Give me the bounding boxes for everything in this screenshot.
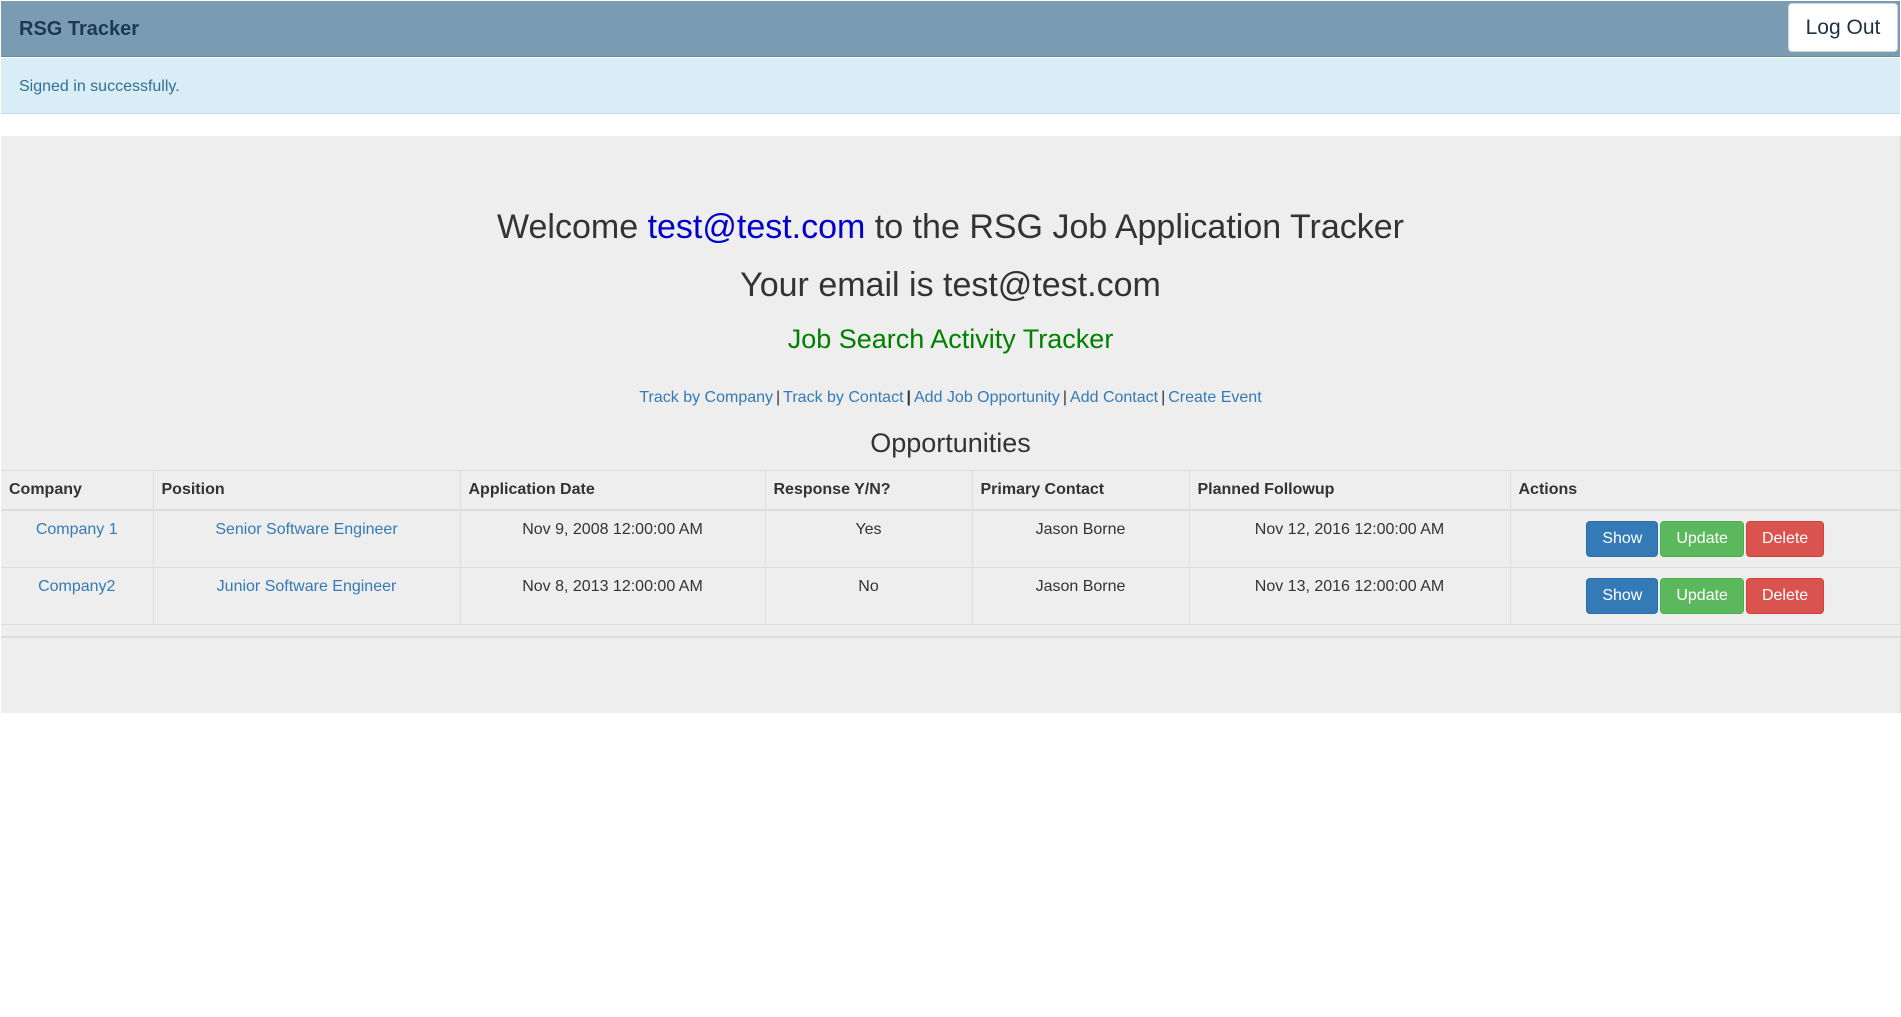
cell-position: Junior Software Engineer xyxy=(152,567,460,625)
opportunities-table: Company Position Application Date Respon… xyxy=(1,470,1900,625)
header-position: Position xyxy=(152,470,460,511)
welcome-email: test@test.com xyxy=(647,208,866,246)
your-email-heading: Your email is test@test.com xyxy=(740,266,1161,304)
link-separator: | xyxy=(776,389,781,406)
main-panel: Welcome test@test.com to the RSG Job App… xyxy=(1,136,1901,713)
cell-response: Yes xyxy=(764,510,972,568)
header-planned-followup: Planned Followup xyxy=(1188,470,1510,511)
update-button[interactable]: Update xyxy=(1660,521,1744,557)
alert-message: Signed in successfully. xyxy=(19,78,180,95)
header-company: Company xyxy=(1,470,153,511)
update-button[interactable]: Update xyxy=(1660,578,1744,614)
cell-actions: Show Update Delete xyxy=(1509,510,1900,568)
welcome-prefix: Welcome xyxy=(497,208,648,246)
cell-planned-followup: Nov 13, 2016 12:00:00 AM xyxy=(1188,567,1510,625)
link-separator: | xyxy=(1062,389,1068,406)
cell-response: No xyxy=(764,567,972,625)
table-footer-divider xyxy=(1,636,1900,638)
header-application-date: Application Date xyxy=(459,470,765,511)
signin-alert: Signed in successfully. xyxy=(1,58,1900,114)
cell-application-date: Nov 8, 2013 12:00:00 AM xyxy=(459,567,765,625)
cell-primary-contact: Jason Borne xyxy=(971,510,1189,568)
top-navbar: RSG Tracker Log Out xyxy=(1,1,1900,57)
cell-primary-contact: Jason Borne xyxy=(971,567,1189,625)
add-job-opportunity-link[interactable]: Add Job Opportunity xyxy=(914,389,1060,406)
header-primary-contact: Primary Contact xyxy=(971,470,1189,511)
delete-button[interactable]: Delete xyxy=(1745,521,1825,557)
show-button[interactable]: Show xyxy=(1586,521,1659,557)
welcome-suffix: to the RSG Job Application Tracker xyxy=(865,208,1404,246)
cell-company: Company2 xyxy=(1,567,153,625)
delete-button[interactable]: Delete xyxy=(1745,578,1825,614)
cell-company: Company 1 xyxy=(1,510,153,568)
welcome-heading: Welcome test@test.com to the RSG Job App… xyxy=(1,208,1900,247)
position-link[interactable]: Senior Software Engineer xyxy=(215,521,397,538)
logout-button[interactable]: Log Out xyxy=(1788,3,1898,52)
track-by-company-link[interactable]: Track by Company xyxy=(639,389,773,406)
table-header-row: Company Position Application Date Respon… xyxy=(1,470,1900,511)
cell-application-date: Nov 9, 2008 12:00:00 AM xyxy=(459,510,765,568)
company-link[interactable]: Company2 xyxy=(38,578,115,595)
link-separator: | xyxy=(1161,389,1166,406)
brand-title[interactable]: RSG Tracker xyxy=(19,18,139,41)
track-by-contact-link[interactable]: Track by Contact xyxy=(783,389,903,406)
table-row: Company 1 Senior Software Engineer Nov 9… xyxy=(1,510,1900,568)
tracker-title: Job Search Activity Tracker xyxy=(787,324,1114,354)
cell-position: Senior Software Engineer xyxy=(152,510,460,568)
show-button[interactable]: Show xyxy=(1586,578,1659,614)
link-separator: | xyxy=(906,389,911,406)
action-links: Track by Company | Track by Contact | Add Jo… xyxy=(1,389,1900,407)
opportunities-title: Opportunities xyxy=(870,428,1031,458)
header-actions: Actions xyxy=(1509,470,1900,511)
cell-actions: Show Update Delete xyxy=(1509,567,1900,625)
header-response: Response Y/N? xyxy=(764,470,972,511)
add-contact-link[interactable]: Add Contact xyxy=(1070,389,1158,406)
position-link[interactable]: Junior Software Engineer xyxy=(217,578,397,595)
company-link[interactable]: Company 1 xyxy=(36,521,118,538)
create-event-link[interactable]: Create Event xyxy=(1168,389,1261,406)
table-row: Company2 Junior Software Engineer Nov 8,… xyxy=(1,567,1900,625)
cell-planned-followup: Nov 12, 2016 12:00:00 AM xyxy=(1188,510,1510,568)
